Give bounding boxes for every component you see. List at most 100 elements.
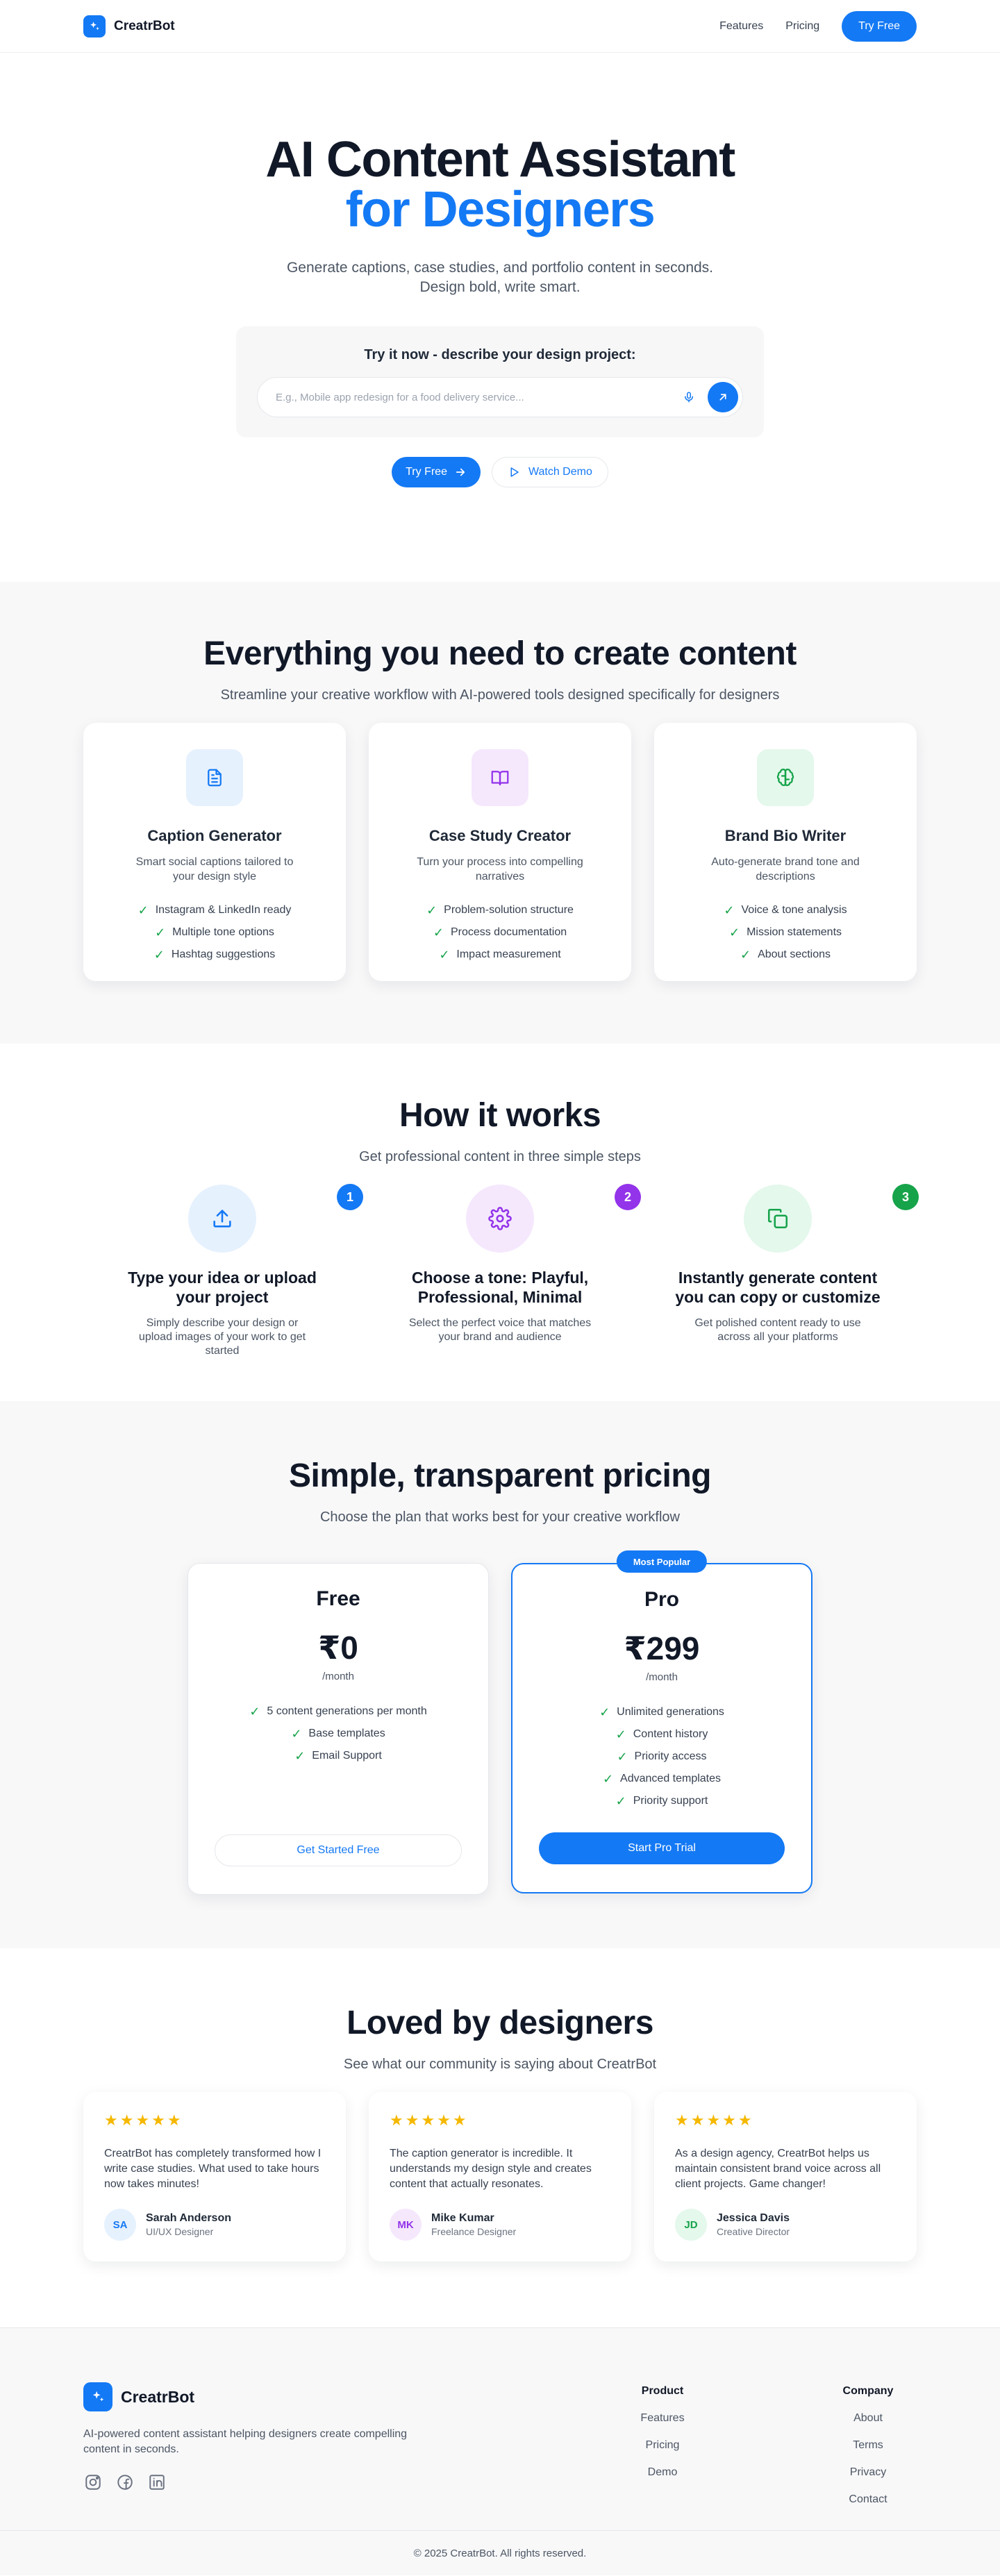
footer-brand[interactable]: CreatrBot — [83, 2382, 444, 2411]
nav-links: Features Pricing Try Free — [719, 11, 917, 42]
footer-heading-company: Company — [842, 2385, 894, 2397]
footer-link-features[interactable]: Features — [614, 2412, 711, 2425]
upload-icon — [188, 1185, 256, 1253]
check-icon: ✓ — [433, 926, 444, 939]
hero-title: AI Content Assistant for Designers — [0, 135, 1000, 235]
list-item: ✓ About sections — [654, 944, 917, 966]
send-arrow-button[interactable] — [708, 382, 738, 412]
list-item-text: Voice & tone analysis — [741, 904, 847, 916]
step-title: Type your idea or upload your project — [128, 1269, 317, 1306]
steps: 1 Type your idea or upload your project … — [83, 1184, 919, 1358]
plan-card-free: Free ₹0 /month ✓ 5 content generations pe… — [188, 1563, 489, 1895]
testimonials-title: Loved by designers — [347, 2005, 653, 2041]
footer-link-privacy[interactable]: Privacy — [819, 2466, 917, 2479]
microphone-icon[interactable] — [678, 387, 699, 408]
star-rating-icon: ★★★★★ — [390, 2111, 469, 2129]
feature-card-title: Case Study Creator — [428, 827, 572, 844]
plan-feature-list: ✓ 5 content generations per month ✓ Base t… — [188, 1700, 488, 1767]
hero-cta-group: Try Free Watch Demo — [0, 457, 1000, 487]
nav-link-pricing[interactable]: Pricing — [785, 20, 819, 33]
list-item: ✓ Advanced templates — [512, 1768, 811, 1790]
list-item-text: Email Support — [312, 1750, 382, 1762]
list-item-text: 5 content generations per month — [267, 1705, 427, 1717]
list-item: ✓ Priority access — [512, 1746, 811, 1768]
get-started-free-button[interactable]: Get Started Free — [215, 1834, 462, 1866]
footer-column-product: Product Features Pricing Demo — [614, 2382, 711, 2479]
list-item-text: Process documentation — [450, 926, 567, 938]
check-icon: ✓ — [617, 1750, 628, 1764]
testimonial-quote: CreatrBot has completely transformed how… — [104, 2148, 322, 2190]
brand-name: CreatrBot — [114, 19, 175, 33]
list-item-text: About sections — [758, 948, 831, 960]
avatar: SA — [104, 2209, 136, 2241]
check-icon: ✓ — [138, 903, 149, 917]
footer-link-terms[interactable]: Terms — [819, 2439, 917, 2452]
plan-card-pro: Most Popular Pro ₹299 /month ✓ Unlimited … — [511, 1550, 812, 1893]
list-item-text: Problem-solution structure — [444, 904, 574, 916]
list-item-text: Mission statements — [747, 926, 842, 938]
plan-period: /month — [646, 1671, 678, 1683]
book-open-icon — [472, 749, 528, 806]
start-pro-trial-button[interactable]: Start Pro Trial — [539, 1832, 785, 1864]
footer-link-about[interactable]: About — [819, 2412, 917, 2425]
testimonial-author: JD Jessica Davis Creative Director — [675, 2209, 790, 2241]
hero-title-line2: for Designers — [345, 182, 656, 237]
nav-try-free-button[interactable]: Try Free — [842, 11, 917, 42]
footer-brand-block: CreatrBot AI-powered content assistant h… — [83, 2382, 444, 2530]
nav-link-features[interactable]: Features — [719, 20, 763, 33]
step-desc: Simply describe your design or upload im… — [138, 1317, 306, 1357]
hero-try-free-button[interactable]: Try Free — [392, 457, 481, 487]
linkedin-icon[interactable] — [147, 2473, 167, 2492]
footer-link-contact[interactable]: Contact — [819, 2493, 917, 2506]
author-name: Sarah Anderson — [146, 2212, 231, 2224]
features-subtitle: Streamline your creative workflow with A… — [220, 687, 780, 703]
list-item-text: Priority access — [634, 1750, 707, 1762]
plan-name: Free — [316, 1587, 360, 1610]
settings-gear-icon — [466, 1185, 534, 1253]
list-item: ✓ Mission statements — [654, 921, 917, 944]
list-item-text: Base templates — [308, 1728, 385, 1739]
feature-checklist: ✓ Voice & tone analysis ✓ Mission statemen… — [654, 899, 917, 966]
feature-card-brand-bio-writer: Brand Bio Writer Auto-generate brand ton… — [654, 723, 917, 981]
author-role: Freelance Designer — [431, 2226, 517, 2237]
list-item-text: Priority support — [633, 1795, 708, 1807]
hero-section: AI Content Assistant for Designers Gener… — [0, 53, 1000, 582]
list-item-text: Instagram & LinkedIn ready — [155, 904, 292, 916]
testimonial-cards: ★★★★★ CreatrBot has completely transform… — [83, 2092, 917, 2261]
testimonial-quote: The caption generator is incredible. It … — [390, 2148, 592, 2190]
social-links — [83, 2473, 444, 2492]
step-title: Choose a tone: Playful, Professional, Mi… — [411, 1269, 589, 1306]
check-icon: ✓ — [153, 948, 165, 962]
testimonials-section: Loved by designers See what our communit… — [0, 1948, 1000, 2327]
hero-subtitle: Generate captions, case studies, and por… — [0, 258, 1000, 297]
check-icon: ✓ — [439, 948, 450, 962]
arrow-up-right-icon — [719, 394, 726, 401]
copy-icon — [744, 1185, 812, 1253]
plan-feature-list: ✓ Unlimited generations ✓ Content history … — [512, 1701, 811, 1812]
feature-checklist: ✓ Instagram & LinkedIn ready ✓ Multiple to… — [83, 899, 346, 966]
project-description-input[interactable] — [276, 391, 678, 403]
feature-card-case-study-creator: Case Study Creator Turn your process int… — [369, 723, 631, 981]
list-item-text: Hashtag suggestions — [171, 948, 276, 960]
testimonials-subtitle: See what our community is saying about C… — [343, 2057, 657, 2072]
footer-link-pricing[interactable]: Pricing — [614, 2439, 711, 2452]
instagram-icon[interactable] — [83, 2473, 103, 2492]
avatar: MK — [390, 2209, 422, 2241]
list-item: ✓ Multiple tone options — [83, 921, 346, 944]
try-it-box: Try it now - describe your design projec… — [236, 326, 764, 437]
author-name: Mike Kumar — [431, 2212, 494, 2224]
brand[interactable]: CreatrBot — [83, 15, 175, 37]
footer-brand-name: CreatrBot — [121, 2387, 195, 2406]
list-item-text: Content history — [633, 1728, 708, 1740]
footer-link-demo[interactable]: Demo — [614, 2466, 711, 2479]
most-popular-badge: Most Popular — [616, 1550, 708, 1573]
list-item-text: Impact measurement — [456, 948, 561, 960]
watch-demo-button[interactable]: Watch Demo — [491, 457, 608, 487]
list-item: ✓ Priority support — [512, 1790, 811, 1812]
check-icon: ✓ — [615, 1728, 626, 1741]
feature-card-desc: Auto-generate brand tone and description… — [711, 856, 860, 883]
pricing-title: Simple, transparent pricing — [289, 1457, 711, 1494]
footer-heading-product: Product — [641, 2385, 684, 2397]
facebook-icon[interactable] — [115, 2473, 135, 2492]
arrow-right-icon — [456, 468, 465, 476]
